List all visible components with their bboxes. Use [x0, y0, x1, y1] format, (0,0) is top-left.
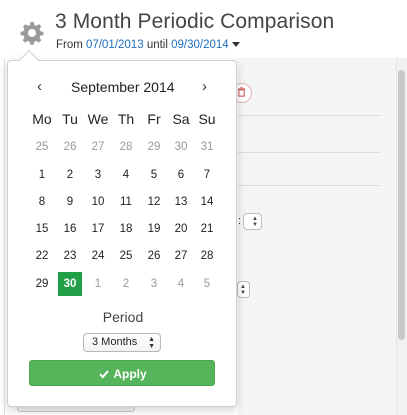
- page-title: 3 Month Periodic Comparison: [55, 10, 335, 33]
- from-label: From: [56, 39, 83, 51]
- calendar-header: ‹ September 2014 ›: [8, 78, 238, 98]
- calendar-day[interactable]: 24: [86, 244, 110, 268]
- calendar-day[interactable]: 26: [58, 135, 82, 159]
- calendar-day[interactable]: 27: [169, 244, 193, 268]
- field-select[interactable]: ▲ ▼: [243, 213, 262, 230]
- calendar-day[interactable]: 16: [58, 217, 82, 241]
- calendar-day[interactable]: 8: [30, 190, 54, 214]
- date-range[interactable]: From 07/01/2013 until 09/30/2014: [56, 39, 240, 51]
- calendar-day[interactable]: 5: [195, 272, 219, 296]
- calendar-day[interactable]: 28: [195, 244, 219, 268]
- weekday-label: Tu: [62, 111, 78, 127]
- weekday-label: Mo: [32, 111, 52, 127]
- calendar-day[interactable]: 2: [58, 163, 82, 187]
- gear-icon[interactable]: [20, 21, 44, 45]
- weekday-label: Th: [117, 111, 135, 127]
- calendar-day[interactable]: 21: [195, 217, 219, 241]
- until-date-link[interactable]: 09/30/2014: [171, 39, 229, 51]
- from-date-link[interactable]: 07/01/2013: [86, 39, 144, 51]
- apply-button[interactable]: Apply: [29, 360, 215, 386]
- caret-down-icon[interactable]: [231, 42, 240, 47]
- next-month-button[interactable]: ›: [202, 78, 207, 95]
- calendar-day[interactable]: 20: [169, 217, 193, 241]
- calendar-day[interactable]: 14: [195, 190, 219, 214]
- calendar-day[interactable]: 13: [169, 190, 193, 214]
- calendar-day[interactable]: 18: [114, 217, 138, 241]
- scrollbar-thumb[interactable]: [398, 70, 405, 340]
- calendar-day[interactable]: 4: [114, 163, 138, 187]
- calendar-day[interactable]: 3: [142, 272, 166, 296]
- calendar-day[interactable]: 5: [142, 163, 166, 187]
- weekday-label: Su: [198, 111, 216, 127]
- calendar-day[interactable]: 17: [86, 217, 110, 241]
- calendar-day[interactable]: 15: [30, 217, 54, 241]
- calendar-day[interactable]: 28: [114, 135, 138, 159]
- calendar-day[interactable]: 7: [195, 163, 219, 187]
- calendar-day[interactable]: 4: [169, 272, 193, 296]
- calendar-day[interactable]: 11: [114, 190, 138, 214]
- apply-label: Apply: [113, 367, 147, 381]
- calendar-day[interactable]: 31: [195, 135, 219, 159]
- month-year-label: September 2014: [71, 79, 175, 95]
- report-header: 3 Month Periodic Comparison From 07/01/2…: [0, 0, 407, 60]
- prev-month-button[interactable]: ‹: [37, 78, 42, 95]
- divider: [238, 115, 380, 116]
- calendar-day[interactable]: 25: [30, 135, 54, 159]
- calendar-day[interactable]: 6: [169, 163, 193, 187]
- field-colon: :: [238, 215, 242, 227]
- calendar-day[interactable]: 30: [169, 135, 193, 159]
- calendar-day[interactable]: 29: [142, 135, 166, 159]
- check-icon: [99, 370, 110, 379]
- calendar-day[interactable]: 1: [30, 163, 54, 187]
- calendar-day[interactable]: 12: [142, 190, 166, 214]
- calendar-day[interactable]: 29: [30, 272, 54, 296]
- calendar-day[interactable]: 10: [86, 190, 110, 214]
- period-select[interactable]: 3 Months ▲ ▼: [83, 333, 161, 352]
- calendar-day-selected[interactable]: 30: [58, 272, 82, 296]
- calendar-day[interactable]: 25: [114, 244, 138, 268]
- weekday-label: Sa: [172, 111, 190, 127]
- select-arrows-icon: ▲ ▼: [148, 336, 155, 350]
- calendar-day[interactable]: 27: [86, 135, 110, 159]
- calendar-day[interactable]: 26: [142, 244, 166, 268]
- period-select-value: 3 Months: [92, 336, 138, 348]
- weekday-label: We: [87, 111, 109, 127]
- weekday-label: Fr: [147, 111, 161, 127]
- calendar-day[interactable]: 22: [30, 244, 54, 268]
- divider: [238, 152, 380, 153]
- calendar-day[interactable]: 3: [86, 163, 110, 187]
- divider: [238, 185, 380, 186]
- calendar-day[interactable]: 2: [114, 272, 138, 296]
- calendar-day[interactable]: 1: [86, 272, 110, 296]
- calendar-day[interactable]: 19: [142, 217, 166, 241]
- calendar-day[interactable]: 23: [58, 244, 82, 268]
- calendar-day[interactable]: 9: [58, 190, 82, 214]
- date-picker-popup: ‹ September 2014 › Mo Tu We Th Fr Sa Su 25 26 27…: [7, 60, 237, 407]
- settings-column: [238, 58, 396, 415]
- period-label: Period: [102, 309, 144, 325]
- until-label: until: [146, 39, 168, 51]
- field-select[interactable]: ▲ ▼: [237, 281, 250, 298]
